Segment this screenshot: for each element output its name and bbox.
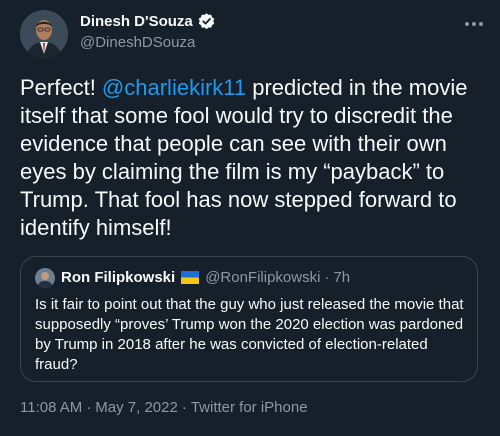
tweet-date[interactable]: May 7, 2022 bbox=[95, 399, 178, 416]
meta-separator-2: · bbox=[181, 399, 187, 416]
tweet-metadata: 11:08 AM · May 7, 2022 · Twitter for iPhone bbox=[20, 399, 308, 416]
mention-link[interactable]: @charliekirk11 bbox=[102, 75, 246, 100]
quoted-author-name[interactable]: Ron Filipkowski bbox=[61, 269, 175, 286]
tweet-body: Perfect! @charliekirk11 predicted in the… bbox=[20, 74, 486, 242]
author-avatar[interactable] bbox=[20, 10, 68, 58]
verified-badge-icon bbox=[197, 12, 216, 31]
quoted-author-avatar bbox=[35, 268, 55, 288]
ukraine-flag-icon bbox=[181, 271, 200, 284]
author-display-name[interactable]: Dinesh D'Souza bbox=[80, 12, 216, 31]
tweet-text-prefix: Perfect! bbox=[20, 75, 102, 100]
quoted-timestamp[interactable]: 7h bbox=[333, 269, 350, 286]
quoted-separator: · bbox=[324, 269, 330, 286]
quoted-tweet-header: Ron Filipkowski @RonFilipkowski · 7h bbox=[61, 269, 350, 286]
meta-separator: · bbox=[86, 399, 92, 416]
quoted-author-handle[interactable]: @RonFilipkowski bbox=[205, 269, 320, 286]
author-name-text: Dinesh D'Souza bbox=[80, 13, 193, 30]
author-handle[interactable]: @DineshDSouza bbox=[80, 34, 195, 51]
quoted-tweet[interactable]: Ron Filipkowski @RonFilipkowski · 7h Is … bbox=[20, 256, 478, 382]
tweet-time[interactable]: 11:08 AM bbox=[20, 399, 82, 416]
quoted-tweet-text: Is it fair to point out that the guy who… bbox=[35, 296, 464, 373]
tweet-source[interactable]: Twitter for iPhone bbox=[191, 399, 308, 416]
more-options-icon[interactable] bbox=[462, 12, 486, 36]
